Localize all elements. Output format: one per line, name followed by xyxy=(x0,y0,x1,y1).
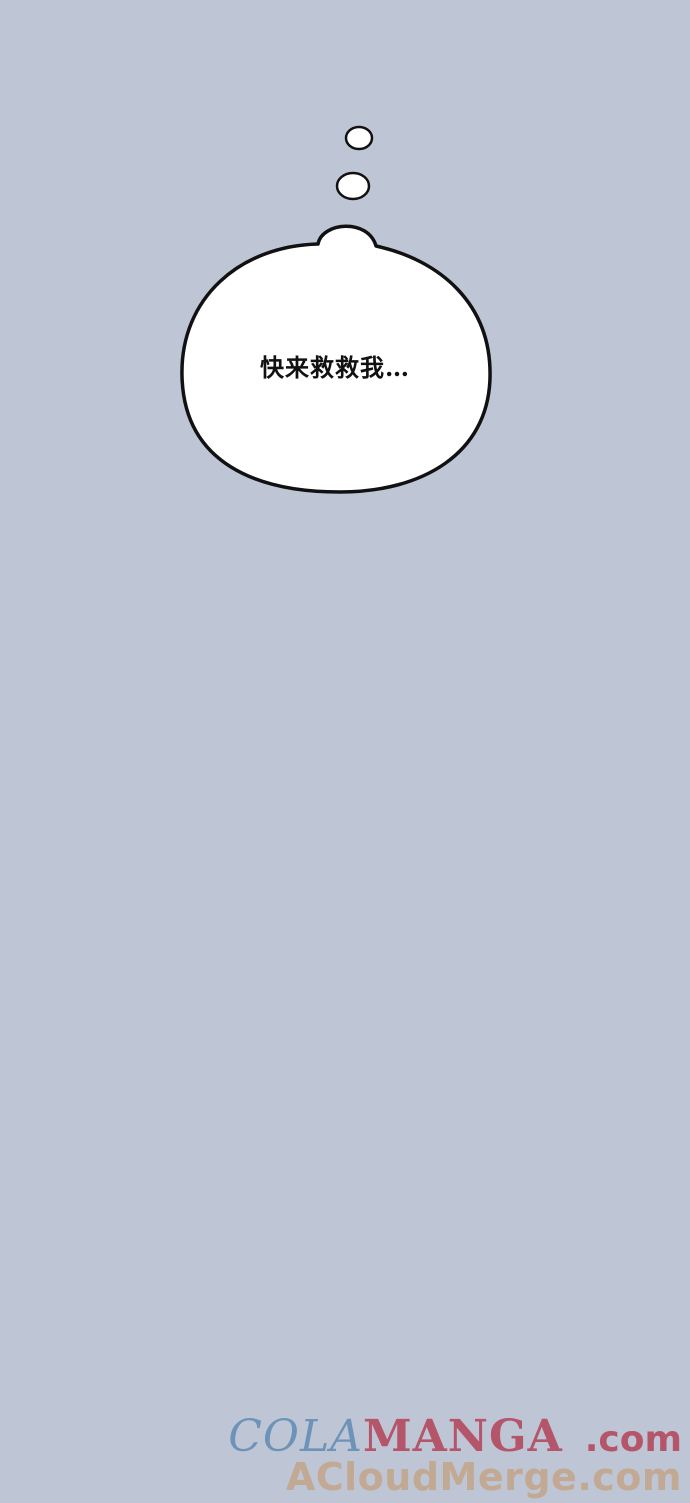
speech-text: 快来救救我… xyxy=(260,353,410,382)
comic-panel: 快来救救我… COLAMANGA .com ACloudMerge.com xyxy=(0,0,690,1503)
thought-bubble xyxy=(180,125,492,494)
watermark-site: ACloudMerge.com xyxy=(285,1455,682,1499)
thought-dot-medium xyxy=(335,171,371,201)
thought-dot-small xyxy=(344,125,374,151)
site-watermark: COLAMANGA .com ACloudMerge.com xyxy=(228,1412,682,1500)
